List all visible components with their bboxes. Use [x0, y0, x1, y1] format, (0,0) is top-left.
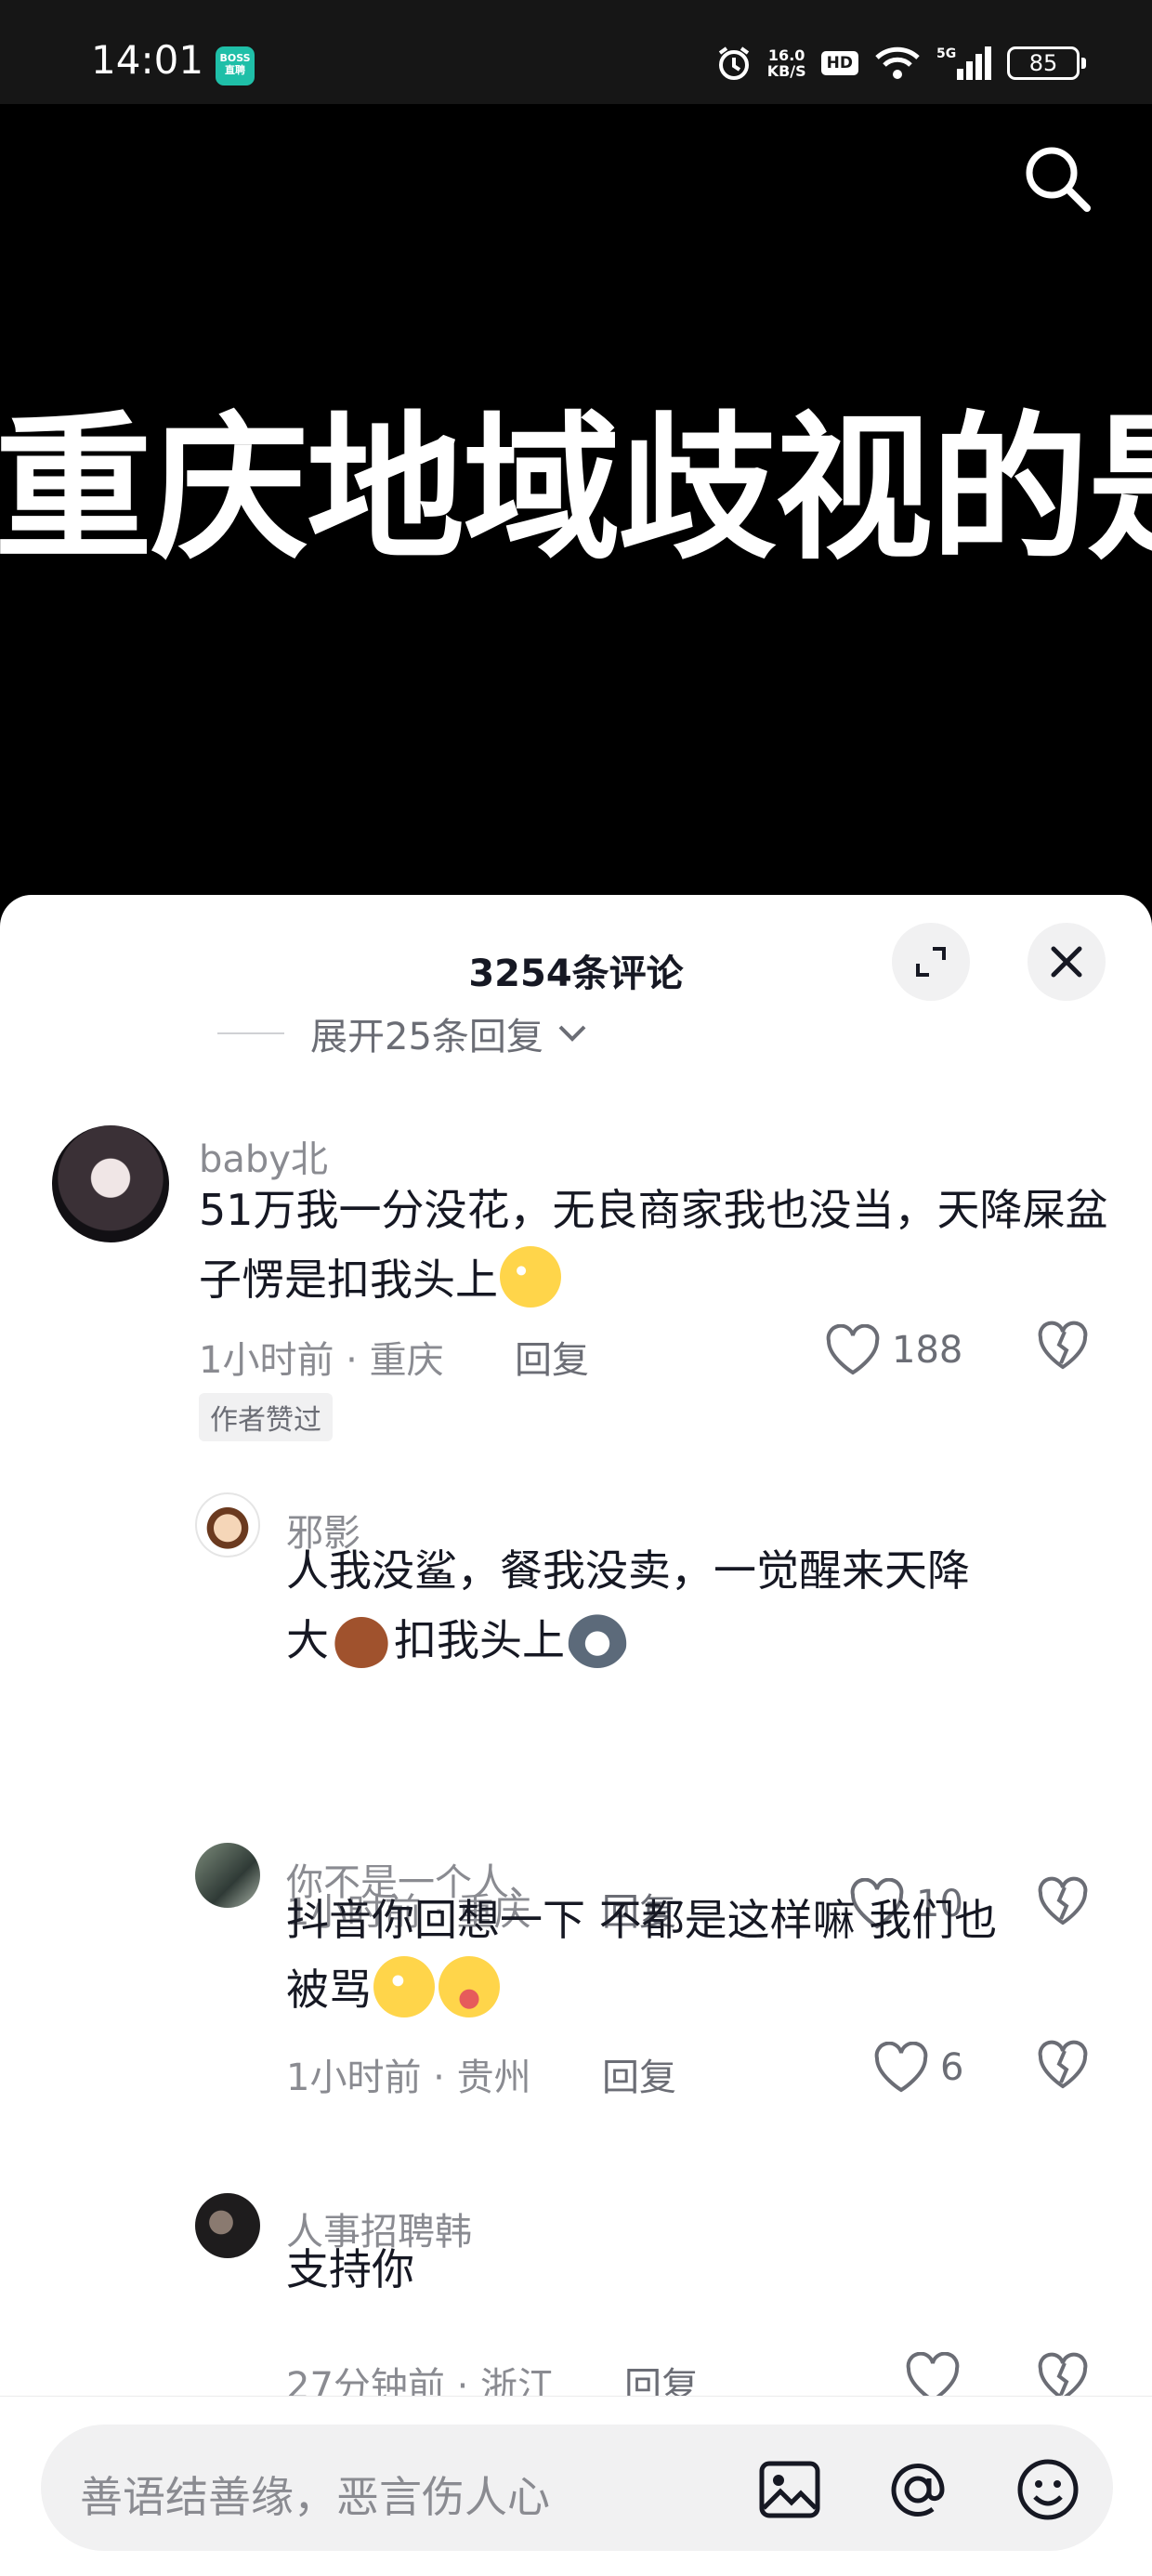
expand-icon: [916, 947, 946, 977]
comment-text: 支持你: [286, 2244, 414, 2294]
comment-input-bar: 善语结善缘，恶言伤人心: [0, 2396, 1152, 2576]
close-icon: [1051, 946, 1082, 978]
emoji-icon[interactable]: [1013, 2454, 1083, 2525]
wifi-icon: [875, 46, 920, 79]
comment-text: 51万我一分没花，无良商家我也没当，天降屎盆子愣是扣我头上: [199, 1176, 1109, 1315]
boss-app-icon: BOSS 直聘: [216, 46, 255, 85]
like-button[interactable]: 188: [825, 1324, 962, 1376]
husky-dog-emoji: [567, 1607, 628, 1668]
reply-button[interactable]: 回复: [515, 1330, 589, 1384]
expand-panel-button[interactable]: [892, 923, 970, 1001]
avatar[interactable]: [52, 1125, 169, 1242]
divider-line: [217, 1032, 284, 1034]
thinking-face-emoji: [373, 1956, 435, 2017]
video-player[interactable]: 重庆地域歧视的是: [0, 104, 1152, 903]
author-liked-badge: 作者赞过: [199, 1393, 333, 1441]
video-overlay-text: 重庆地域歧视的是: [0, 398, 1152, 582]
dislike-heart-icon[interactable]: [1037, 2040, 1089, 2092]
search-icon[interactable]: [1016, 138, 1100, 221]
comment-meta: 1小时前 · 重庆: [199, 1339, 444, 1382]
svg-text:5G: 5G: [936, 46, 956, 61]
comment-text: 人我没鲨，餐我没卖，一觉醒来天降大扣我头上: [286, 1536, 1104, 1676]
like-button[interactable]: 6: [873, 2042, 963, 2094]
battery-indicator: 85: [1007, 46, 1086, 80]
net-speed: 16.0 KB/S: [766, 46, 806, 80]
comment-text: 抖音你回想一下 不都是这样嘛 我们也 被骂: [286, 1886, 1104, 2025]
close-panel-button[interactable]: [1028, 923, 1106, 1001]
hd-badge: HD: [820, 51, 858, 75]
avatar[interactable]: [195, 2193, 260, 2258]
comment-input-placeholder: 善语结善缘，恶言伤人心: [80, 2472, 550, 2522]
reply-button[interactable]: 回复: [602, 2047, 676, 2101]
alarm-icon: [718, 46, 749, 80]
status-bar: 14:01 BOSS 直聘 16.0 KB/S HD 5G 85: [0, 0, 1152, 104]
comment-meta: 1小时前 · 贵州: [286, 2057, 531, 2099]
comment-input[interactable]: 善语结善缘，恶言伤人心: [41, 2425, 1113, 2551]
crying-face-emoji: [439, 1956, 500, 2017]
expand-replies-link[interactable]: 展开25条回复: [217, 1006, 590, 1060]
status-icons: 16.0 KB/S HD 5G 85: [715, 43, 1086, 84]
poop-emoji: [331, 1607, 392, 1668]
comments-panel: 3254条评论 展开25条回复 baby北 51万我一分没花，无良商家我也没当，…: [0, 895, 1152, 2576]
status-time: 14:01: [91, 37, 204, 83]
heart-icon: [826, 1324, 880, 1375]
heart-icon: [874, 2042, 928, 2093]
at-icon[interactable]: [883, 2454, 953, 2525]
chevron-down-icon: [558, 1025, 586, 1042]
image-icon[interactable]: [754, 2454, 825, 2525]
comments-count-title: 3254条评论: [468, 953, 684, 995]
dislike-heart-icon[interactable]: [1037, 1321, 1089, 1373]
signal-icon: 5G: [936, 46, 991, 80]
avatar[interactable]: [195, 1843, 260, 1908]
flushed-face-emoji: [500, 1246, 561, 1308]
avatar[interactable]: [195, 1492, 260, 1557]
